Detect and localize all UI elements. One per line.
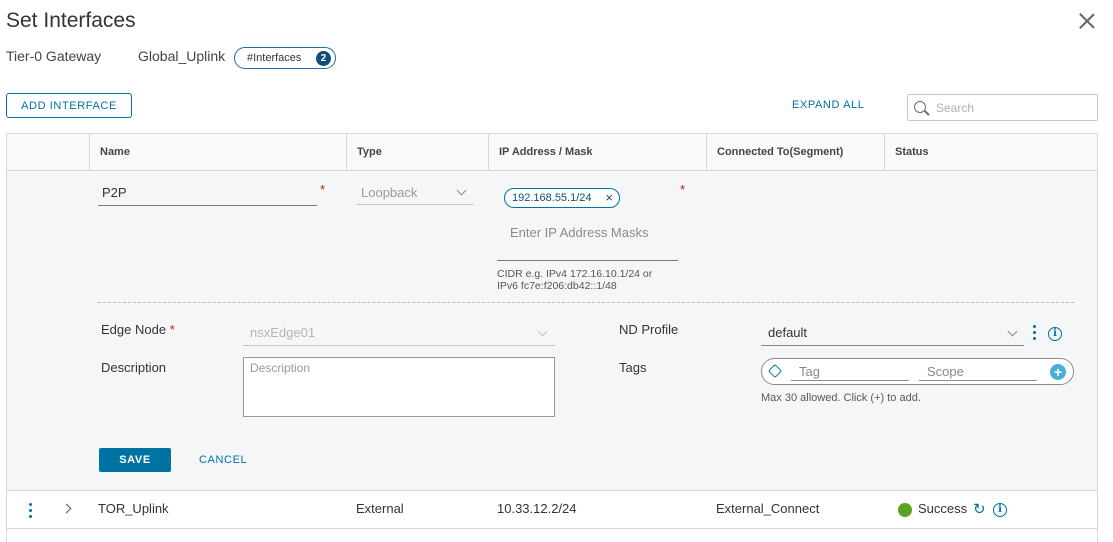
required-mark: * [320,182,326,197]
ip-address-tag-label: 192.168.55.1/24 [512,192,592,204]
refresh-icon[interactable]: ↻ [973,500,986,518]
dialog-title: Set Interfaces [6,9,136,32]
edge-node-value: nsxEdge01 [250,325,316,340]
chevron-down-icon [456,185,467,196]
interfaces-label: #Interfaces [247,52,302,64]
cidr-hint-line-1: CIDR e.g. IPv4 172.16.10.1/24 or [497,268,653,280]
row-type: External [356,501,404,516]
edit-interface-form: P2P * Loopback 192.168.55.1/24 × * Enter… [7,171,1097,491]
status-dot [898,503,912,517]
tags-hint: Max 30 allowed. Click (+) to add. [761,392,921,404]
interfaces-pill: #Interfaces 2 [234,47,336,69]
save-button[interactable]: SAVE [99,448,171,472]
row-ip: 10.33.12.2/24 [497,501,577,516]
required-mark: * [680,182,686,197]
add-tag-icon[interactable]: + [1050,364,1066,380]
edge-node-select[interactable]: nsxEdge01 [243,325,555,346]
ip-address-input[interactable]: Enter IP Address Masks [497,223,678,261]
row-segment: External_Connect [716,501,820,516]
tags-label: Tags [619,360,647,375]
type-select[interactable]: Loopback [357,185,474,205]
interfaces-table: Name Type IP Address / Mask Connected To… [6,133,1098,542]
status-info-icon[interactable]: i [993,503,1007,517]
cancel-button[interactable]: CANCEL [199,454,247,466]
tag-icon [767,363,783,379]
cidr-hint-line-2: IPv6 fc7e:f206:db42::1/48 [497,280,617,292]
search-box [907,94,1098,121]
column-header-type[interactable]: Type [346,134,488,170]
required-mark: * [169,322,175,337]
column-header-ip[interactable]: IP Address / Mask [488,134,706,170]
chevron-down-icon [1007,326,1018,337]
column-header-segment[interactable]: Connected To(Segment) [706,134,884,170]
search-icon [914,101,926,113]
info-icon[interactable]: i [1048,327,1062,341]
nd-profile-value: default [768,325,808,340]
scope-input[interactable]: Scope [919,364,1037,381]
remove-tag-icon[interactable]: × [605,189,613,207]
ip-address-tag: 192.168.55.1/24 × [504,188,620,208]
expand-row-icon[interactable] [61,503,72,514]
tags-input-group: Tag Scope + [761,358,1074,385]
gateway-name: Global_Uplink [138,48,226,64]
type-value: Loopback [361,185,418,200]
name-input[interactable]: P2P [98,185,317,206]
column-header-name[interactable]: Name [89,134,346,170]
column-header-status[interactable]: Status [884,134,1097,170]
more-options-icon[interactable] [1033,325,1037,343]
row-actions-icon[interactable] [29,503,33,521]
chevron-down-icon [537,326,548,337]
description-textarea[interactable]: Description [243,357,555,417]
add-interface-button[interactable]: ADD INTERFACE [6,93,132,118]
interfaces-count-badge: 2 [316,51,331,66]
edge-node-label-text: Edge Node [101,322,167,337]
section-divider [98,302,1074,303]
row-name: TOR_Uplink [98,501,169,516]
nd-profile-select[interactable]: default [761,325,1024,346]
description-label: Description [101,360,167,375]
expand-all-button[interactable]: EXPAND ALL [792,99,864,111]
table-header: Name Type IP Address / Mask Connected To… [7,134,1097,171]
edge-node-label: Edge Node * [101,322,175,337]
tag-input[interactable]: Tag [791,364,909,381]
close-icon[interactable] [1078,12,1096,30]
search-input[interactable] [936,99,1086,117]
row-status: Success [918,501,968,516]
gateway-type: Tier-0 Gateway [6,48,102,64]
nd-profile-label: ND Profile [619,322,679,337]
table-row: TOR_Uplink External 10.33.12.2/24 Extern… [7,491,1097,529]
